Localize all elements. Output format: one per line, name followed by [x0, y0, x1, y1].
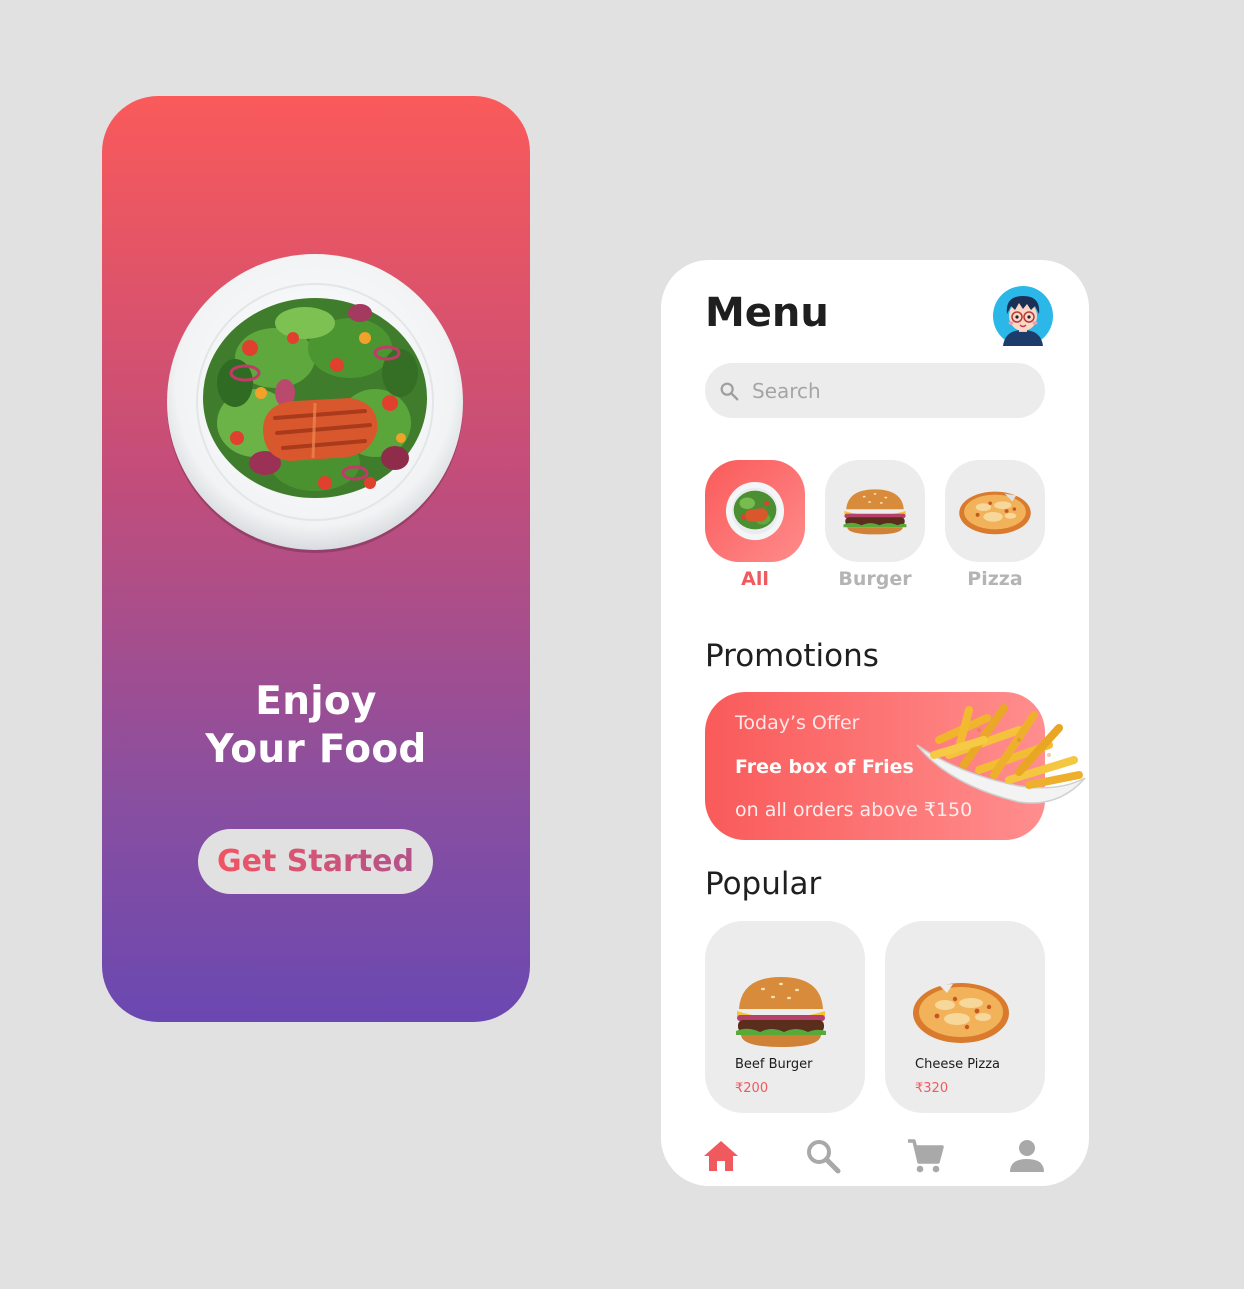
category-tile-burger[interactable] — [825, 460, 925, 562]
promotions-title: Promotions — [705, 638, 879, 674]
fries-image — [909, 700, 1089, 810]
category-all[interactable]: All — [705, 460, 805, 590]
category-tile-pizza[interactable] — [945, 460, 1045, 562]
category-tile-all[interactable] — [705, 460, 805, 562]
get-started-label: Get Started — [217, 844, 414, 879]
nav-profile[interactable] — [1007, 1136, 1047, 1176]
salad-plate-image — [165, 253, 465, 553]
home-icon — [704, 1141, 738, 1171]
headline-line-2: Your Food — [205, 727, 427, 772]
popular-item-name: Beef Burger — [735, 1057, 813, 1072]
pizza-icon — [959, 491, 1031, 535]
get-started-button[interactable]: Get Started — [198, 829, 433, 894]
profile-icon — [1010, 1140, 1044, 1172]
popular-item-image — [731, 971, 831, 1051]
popular-item-card[interactable]: Beef Burger ₹200 — [705, 921, 865, 1113]
cart-icon — [908, 1139, 944, 1173]
popular-item-card[interactable]: Cheese Pizza ₹320 — [885, 921, 1045, 1113]
headline-line-1: Enjoy — [255, 679, 377, 724]
popular-item-price: ₹320 — [915, 1081, 949, 1096]
category-label-pizza: Pizza — [967, 568, 1023, 590]
avatar[interactable] — [993, 286, 1053, 346]
popular-item-image — [911, 971, 1011, 1051]
search-icon — [807, 1140, 841, 1174]
category-pizza[interactable]: Pizza — [945, 460, 1045, 590]
search-input[interactable] — [750, 377, 1024, 404]
salad-plate-icon — [725, 481, 785, 541]
popular-title: Popular — [705, 866, 822, 902]
avatar-boy-glasses-icon — [993, 286, 1053, 346]
search-bar[interactable] — [705, 363, 1045, 418]
promo-offer-title: Free box of Fries — [735, 756, 914, 778]
nav-home[interactable] — [701, 1136, 741, 1176]
onboarding-headline: Enjoy Your Food — [102, 678, 530, 774]
category-burger[interactable]: Burger — [825, 460, 925, 590]
fries-icon — [916, 704, 1086, 804]
onboarding-screen: Enjoy Your Food Get Started — [102, 96, 530, 1022]
promo-offer-label: Today’s Offer — [735, 712, 860, 734]
category-label-all: All — [741, 568, 769, 590]
popular-item-price: ₹200 — [735, 1081, 769, 1096]
burger-icon — [736, 977, 826, 1047]
nav-cart[interactable] — [905, 1136, 945, 1176]
popular-item-name: Cheese Pizza — [915, 1057, 1000, 1072]
category-label-burger: Burger — [838, 568, 912, 590]
menu-screen: Menu Search All Burger Pizza Promotions … — [661, 260, 1089, 1186]
nav-search[interactable] — [803, 1136, 843, 1176]
burger-icon — [843, 489, 907, 535]
page-title: Menu — [705, 290, 829, 336]
search-icon — [720, 382, 739, 400]
pizza-icon — [913, 983, 1009, 1043]
